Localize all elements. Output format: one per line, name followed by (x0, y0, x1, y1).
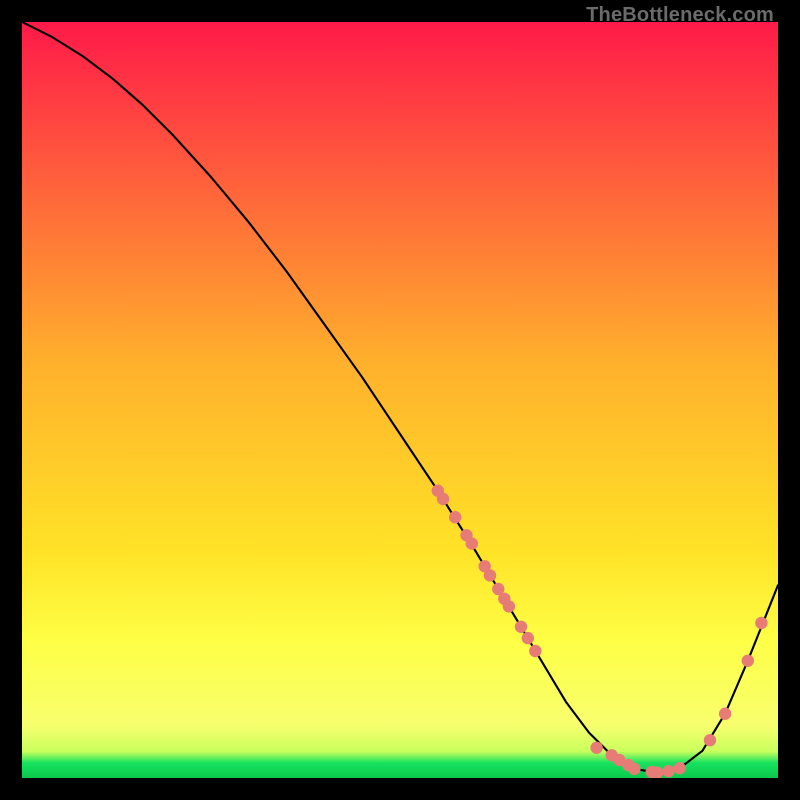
gradient-background (22, 22, 778, 778)
data-point (590, 742, 602, 754)
data-point (719, 708, 731, 720)
data-point (755, 617, 767, 629)
chart-canvas (22, 22, 778, 778)
data-point (529, 645, 541, 657)
data-point (449, 511, 461, 523)
data-point (674, 762, 686, 774)
data-point (437, 493, 449, 505)
data-point (484, 569, 496, 581)
data-point (628, 763, 640, 775)
watermark-text: TheBottleneck.com (586, 4, 774, 27)
chart-svg (22, 22, 778, 778)
data-point (515, 621, 527, 633)
data-point (522, 632, 534, 644)
data-point (466, 537, 478, 549)
data-point (704, 734, 716, 746)
data-point (742, 655, 754, 667)
data-point (503, 600, 515, 612)
data-point (662, 765, 674, 777)
